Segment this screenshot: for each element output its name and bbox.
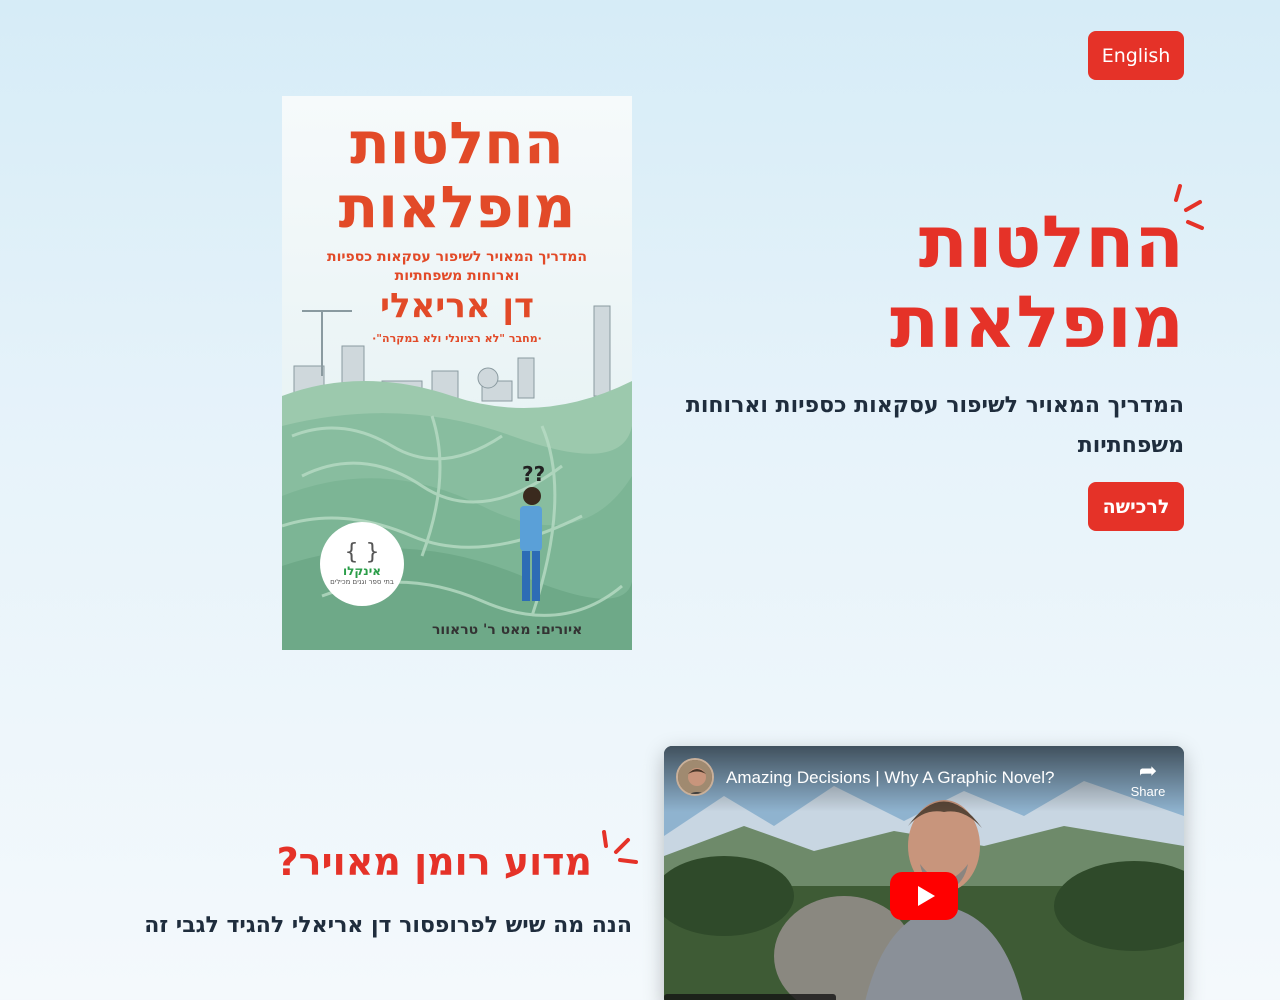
why-graphic-novel-title: מדוע רומן מאויר? <box>276 840 592 884</box>
braces-logo-icon: { } <box>344 540 380 565</box>
badge-subtitle: בתי ספר וגנים מכילים <box>330 578 394 586</box>
share-label: Share <box>1130 784 1166 799</box>
svg-text:??: ?? <box>522 462 545 486</box>
inclusion-badge: { } אינקלו בתי ספר וגנים מכילים <box>320 522 404 606</box>
hero-title: החלטות מופלאות <box>824 202 1184 362</box>
sparkle-accent-icon <box>602 830 638 864</box>
share-button[interactable]: ➦ Share <box>1124 758 1172 799</box>
badge-logo-text: אינקלו <box>343 564 381 578</box>
book-cover-title-line2: מופלאות <box>338 173 576 241</box>
english-language-button[interactable]: English <box>1088 31 1184 80</box>
share-arrow-icon: ➦ <box>1138 758 1158 783</box>
book-cover-title-line1: החלטות <box>350 109 564 177</box>
video-progress-bar[interactable] <box>664 994 836 1000</box>
why-graphic-novel-subtitle: הנה מה שיש לפרופסור דן אריאלי להגיד לגבי… <box>144 913 632 938</box>
buy-button[interactable]: לרכישה <box>1088 482 1184 531</box>
video-title[interactable]: Amazing Decisions | Why A Graphic Novel? <box>726 768 1055 788</box>
book-cover-image: ?? החלטות מופלאות המדריך המאויר לשיפור ע… <box>282 96 632 650</box>
book-cover-tagline: ·מחבר "לא רציונלי ולא במקרה"· <box>372 332 542 345</box>
book-cover-illustrator: איורים: מאט ר' טראוור <box>432 622 583 638</box>
hero-subtitle: המדריך המאויר לשיפור עסקאות כספיות וארוח… <box>685 393 1184 458</box>
book-cover-author: דן אריאלי <box>379 286 535 326</box>
channel-avatar[interactable] <box>676 758 714 796</box>
youtube-video-embed[interactable]: Amazing Decisions | Why A Graphic Novel?… <box>664 746 1184 1000</box>
hero-title-line1: החלטות <box>918 200 1184 284</box>
youtube-play-icon <box>917 886 935 906</box>
hero-title-line2: מופלאות <box>889 280 1184 364</box>
youtube-play-button[interactable] <box>890 872 958 920</box>
book-cover-subtitle: המדריך המאויר לשיפור עסקאות כספיות וארוח… <box>327 249 587 284</box>
